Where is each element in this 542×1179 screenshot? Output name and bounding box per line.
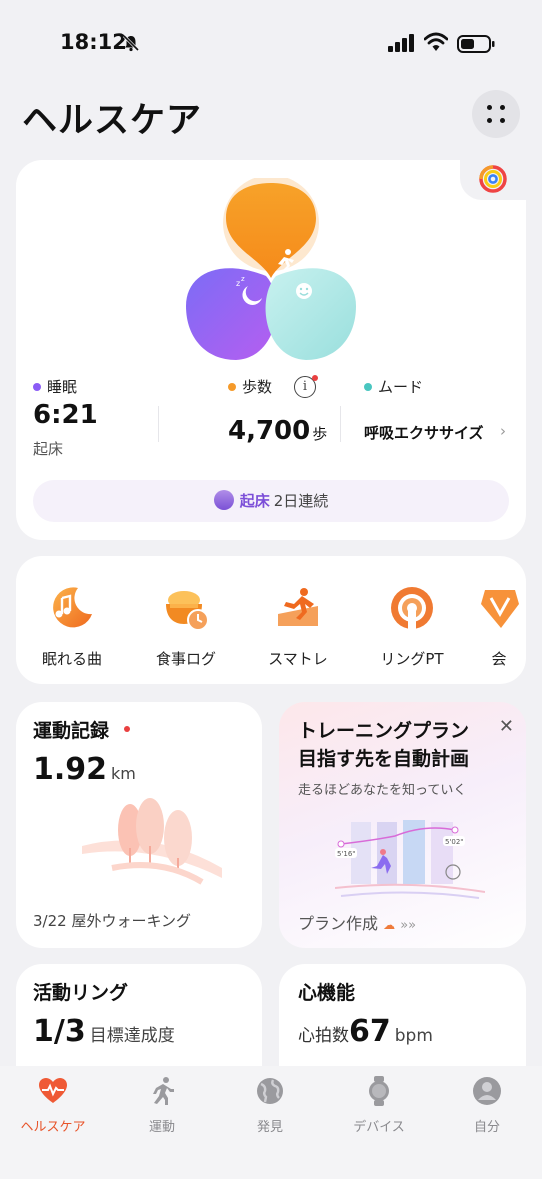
svg-text:z: z bbox=[236, 279, 240, 288]
heart-rate-value: 心拍数67 bpm bbox=[298, 1014, 433, 1049]
status-time: 18:12 bbox=[60, 30, 127, 54]
breathing-exercise-link[interactable]: 呼吸エクササイズ bbox=[364, 422, 484, 443]
card-title: 活動リング bbox=[33, 982, 129, 1004]
member-icon bbox=[481, 590, 519, 628]
ring-pt-icon bbox=[391, 587, 433, 632]
svg-text:5'02": 5'02" bbox=[445, 838, 464, 846]
discover-globe-icon bbox=[257, 1078, 283, 1104]
meal-log-icon bbox=[166, 591, 209, 631]
battery-icon bbox=[457, 35, 495, 53]
rainbow-ring-icon[interactable] bbox=[478, 164, 508, 194]
tab-devices[interactable]: デバイス bbox=[334, 1076, 424, 1135]
shortcut-meal-log[interactable]: 食事ログ bbox=[136, 584, 236, 669]
sleep-stat-label[interactable]: 睡眠 bbox=[33, 376, 77, 397]
sleep-value: 6:21 bbox=[33, 400, 98, 430]
running-icon bbox=[153, 1077, 174, 1105]
steps-stat-label[interactable]: 歩数 bbox=[228, 376, 272, 397]
tab-exercise[interactable]: 運動 bbox=[117, 1076, 207, 1135]
card-title: 運動記録 bbox=[33, 720, 110, 742]
trees-illustration bbox=[82, 798, 222, 885]
smiley-mood-icon bbox=[296, 283, 312, 299]
distance-value: 1.92 km bbox=[33, 752, 136, 787]
tab-health[interactable]: ヘルスケア bbox=[8, 1076, 98, 1135]
notification-dot bbox=[124, 726, 130, 732]
goal-progress-value: 1/3 目標達成度 bbox=[33, 1014, 175, 1049]
smart-training-icon bbox=[278, 588, 318, 626]
cloud-icon: ☁ bbox=[383, 918, 396, 932]
sleep-sub-label: 起床 bbox=[33, 440, 64, 458]
more-options-button[interactable] bbox=[472, 90, 520, 138]
notification-dot bbox=[312, 375, 318, 381]
exercise-record-card[interactable]: 運動記録 1.92 km 3/22 屋外ウォーキング bbox=[16, 702, 262, 948]
tab-profile[interactable]: 自分 bbox=[442, 1076, 532, 1135]
training-plan-card[interactable]: トレーニングプラン 目指す先を自動計画 ✕ 走るほどあなたを知っていく 5'16… bbox=[279, 702, 526, 948]
create-plan-link[interactable]: プラン作成 ☁ »» bbox=[298, 910, 416, 934]
shortcuts-row[interactable]: 眠れる曲 食事ログ スマトレ リングPT 会 bbox=[16, 556, 526, 684]
steps-value: 4,700 歩 bbox=[228, 416, 328, 446]
sunrise-icon bbox=[213, 489, 234, 510]
svg-text:z: z bbox=[241, 275, 245, 283]
profile-icon bbox=[473, 1077, 501, 1105]
plan-subtitle: 走るほどあなたを知っていく bbox=[298, 783, 467, 798]
health-summary-card[interactable]: z z 睡眠 6:21 起床 歩数 i 4,700 歩 ムード 呼吸エクササイズ … bbox=[16, 160, 526, 540]
wifi-icon bbox=[424, 32, 448, 51]
shortcut-smart-training[interactable]: スマトレ bbox=[248, 584, 348, 669]
mood-stat-label[interactable]: ムード bbox=[364, 376, 423, 397]
bottom-tab-bar: ヘルスケア 運動 発見 デバイス 自分 bbox=[0, 1066, 542, 1179]
shortcut-ring-pt[interactable]: リングPT bbox=[362, 584, 462, 669]
shortcut-sleep-music[interactable]: 眠れる曲 bbox=[22, 584, 122, 669]
last-activity-label: 3/22 屋外ウォーキング bbox=[33, 912, 192, 930]
health-heart-icon bbox=[39, 1078, 67, 1103]
bell-muted-icon bbox=[122, 34, 140, 52]
page-title: ヘルスケア bbox=[22, 101, 203, 141]
plan-title: トレーニングプラン bbox=[298, 720, 470, 742]
shortcut-member[interactable]: 会 bbox=[464, 584, 526, 669]
tab-discover[interactable]: 発見 bbox=[225, 1076, 315, 1135]
status-bar: 18:12 bbox=[0, 0, 542, 80]
card-title: 心機能 bbox=[298, 982, 356, 1004]
plan-title-line2: 目指す先を自動計画 bbox=[298, 748, 470, 770]
wake-streak-banner[interactable]: 起床 2日連続 bbox=[33, 480, 509, 522]
watch-icon bbox=[369, 1076, 389, 1106]
chevron-right-icon: › bbox=[500, 422, 506, 440]
plan-chart-illustration: 5'16" 5'02" bbox=[335, 820, 485, 899]
chevrons-right-icon: »» bbox=[400, 918, 417, 933]
sleep-music-icon bbox=[53, 587, 92, 628]
close-icon[interactable]: ✕ bbox=[499, 716, 514, 737]
svg-text:5'16": 5'16" bbox=[337, 850, 356, 858]
wellness-blob-chart[interactable]: z z bbox=[166, 178, 376, 368]
signal-icon bbox=[388, 34, 414, 52]
